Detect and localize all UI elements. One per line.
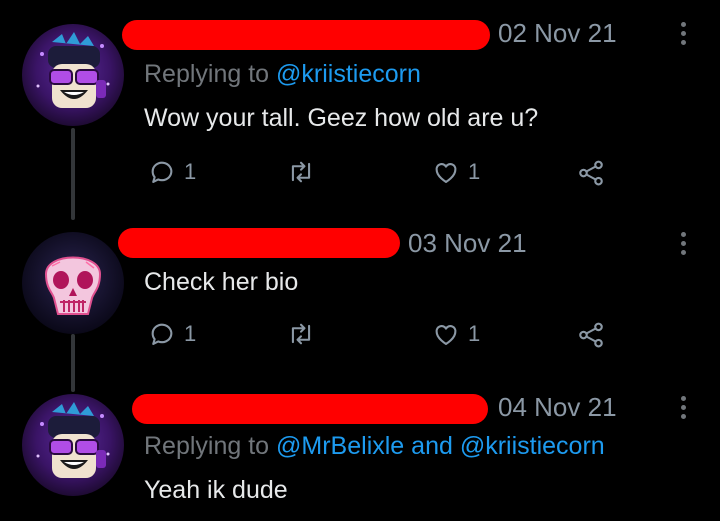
tweet[interactable]: 03 Nov 21 Check her bio 1 1 — [0, 210, 720, 380]
reply-button[interactable]: 1 — [148, 320, 196, 348]
tweet-date[interactable]: 02 Nov 21 — [498, 18, 617, 49]
share-icon — [579, 322, 603, 348]
tweet-text: Wow your tall. Geez how old are u? — [144, 104, 539, 132]
share-button[interactable] — [576, 320, 606, 350]
like-button[interactable]: 1 — [432, 320, 480, 348]
mention-link[interactable]: @MrBelixle — [276, 432, 404, 460]
retweet-button[interactable] — [286, 158, 316, 186]
retweet-button[interactable] — [286, 320, 316, 348]
avatar-pink-skull-icon — [22, 232, 124, 334]
more-options-button[interactable] — [670, 228, 696, 258]
tweet[interactable]: 02 Nov 21 Replying to @kriistiecorn Wow … — [0, 0, 720, 210]
like-count: 1 — [468, 159, 481, 184]
mention-link[interactable]: @kriistiecorn — [460, 432, 605, 460]
more-dot — [680, 249, 686, 255]
like-button[interactable]: 1 — [432, 158, 480, 186]
retweet-icon — [291, 323, 311, 345]
more-dot — [680, 395, 686, 401]
more-dot — [680, 231, 686, 237]
avatar-purple-cartoon-icon — [22, 24, 124, 126]
avatar[interactable] — [22, 394, 124, 496]
reply-count: 1 — [184, 159, 197, 184]
replying-to-label: Replying to — [144, 60, 277, 88]
reply-count: 1 — [184, 321, 197, 346]
reply-button[interactable]: 1 — [148, 158, 196, 186]
tweet-text: Check her bio — [144, 268, 299, 296]
replying-to-label: Replying to — [144, 432, 277, 460]
reply-icon — [151, 323, 173, 345]
avatar[interactable] — [22, 24, 124, 126]
redacted-username — [132, 394, 488, 424]
more-dot — [680, 21, 686, 27]
share-icon — [579, 160, 603, 186]
redacted-username — [122, 20, 490, 50]
mention-joiner: and — [404, 432, 460, 460]
more-dot — [680, 39, 686, 45]
more-dot — [680, 404, 686, 410]
replying-to-line: Replying to @kriistiecorn — [144, 60, 421, 89]
avatar-purple-cartoon-icon — [22, 394, 124, 496]
tweet-text: Yeah ik dude — [144, 476, 288, 504]
tweet-date[interactable]: 03 Nov 21 — [408, 228, 527, 259]
share-button[interactable] — [576, 158, 606, 188]
tweet[interactable]: 04 Nov 21 Replying to @MrBelixle and @kr… — [0, 380, 720, 521]
retweet-icon — [291, 161, 311, 183]
more-dot — [680, 413, 686, 419]
mention-link[interactable]: @kriistiecorn — [276, 60, 421, 88]
like-count: 1 — [468, 321, 481, 346]
more-options-button[interactable] — [670, 392, 696, 422]
more-options-button[interactable] — [670, 18, 696, 48]
heart-icon — [435, 163, 457, 183]
heart-icon — [435, 325, 457, 345]
replying-to-line: Replying to @MrBelixle and @kriistiecorn — [144, 432, 605, 461]
reply-icon — [151, 161, 173, 183]
tweet-date[interactable]: 04 Nov 21 — [498, 392, 617, 423]
redacted-username — [118, 228, 400, 258]
avatar[interactable] — [22, 232, 124, 334]
more-dot — [680, 240, 686, 246]
more-dot — [680, 30, 686, 36]
